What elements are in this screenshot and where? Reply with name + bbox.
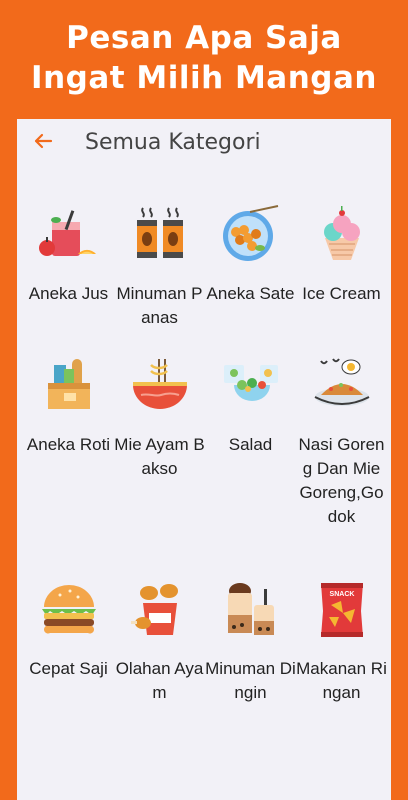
category-minuman-dingin[interactable]: Minuman Dingin — [205, 579, 296, 705]
category-label: Minuman Panas — [116, 284, 203, 327]
category-salad[interactable]: Salad — [205, 355, 296, 457]
category-minuman-panas[interactable]: Minuman Panas — [114, 204, 205, 330]
app-bar: Semua Kategori — [17, 119, 391, 167]
category-label: Aneka Jus — [28, 284, 109, 303]
salad-icon — [223, 365, 278, 401]
category-label: Salad — [228, 435, 273, 454]
category-label: Minuman Dingin — [205, 659, 296, 702]
svg-text:SNACK: SNACK — [329, 591, 354, 598]
promo-headline-2: Ingat Milih Mangan — [31, 60, 377, 96]
juice-icon — [38, 210, 96, 256]
hot-drink-icon — [136, 207, 183, 258]
page-title: Semua Kategori — [85, 130, 261, 155]
back-button[interactable] — [31, 129, 55, 153]
category-aneka-roti[interactable]: Aneka Roti — [23, 355, 114, 457]
app-screen: Semua Kategori Aneka Jus Minuman Panas A… — [17, 119, 391, 800]
noodle-icon — [132, 359, 187, 409]
category-label: Makanan Ringan — [296, 659, 387, 702]
arrow-left-icon — [34, 133, 53, 149]
category-label: Aneka Sate — [206, 284, 295, 303]
category-mie-ayam-bakso[interactable]: Mie Ayam Bakso — [114, 355, 205, 481]
satay-icon — [222, 205, 278, 261]
bread-icon — [47, 359, 90, 409]
snack-icon: SNACK — [320, 583, 363, 637]
category-aneka-sate[interactable]: Aneka Sate — [205, 204, 296, 306]
cold-drink-icon — [227, 583, 274, 635]
category-aneka-jus[interactable]: Aneka Jus — [23, 204, 114, 306]
burger-icon — [41, 585, 96, 634]
category-label: Olahan Ayam — [115, 659, 204, 702]
fried-rice-icon — [314, 358, 369, 406]
category-label: Aneka Roti — [26, 435, 111, 454]
promo-banner: Pesan Apa Saja Ingat Milih Mangan — [0, 0, 408, 118]
category-nasi-goreng[interactable]: Nasi Goreng Dan Mie Goreng,Godok — [296, 355, 387, 529]
promo-headline-1: Pesan Apa Saja — [66, 20, 342, 56]
category-label: Cepat Saji — [29, 659, 108, 678]
category-ice-cream[interactable]: Ice Cream — [296, 204, 387, 306]
category-label: Mie Ayam Bakso — [114, 435, 205, 478]
category-label: Ice Cream — [302, 284, 381, 303]
category-label: Nasi Goreng Dan Mie Goreng,Godok — [298, 435, 385, 526]
fried-chicken-icon — [130, 584, 178, 635]
ice-cream-icon — [323, 206, 360, 260]
category-makanan-ringan[interactable]: SNACK Makanan Ringan — [296, 579, 387, 705]
category-olahan-ayam[interactable]: Olahan Ayam — [114, 579, 205, 705]
category-cepat-saji[interactable]: Cepat Saji — [23, 579, 114, 681]
